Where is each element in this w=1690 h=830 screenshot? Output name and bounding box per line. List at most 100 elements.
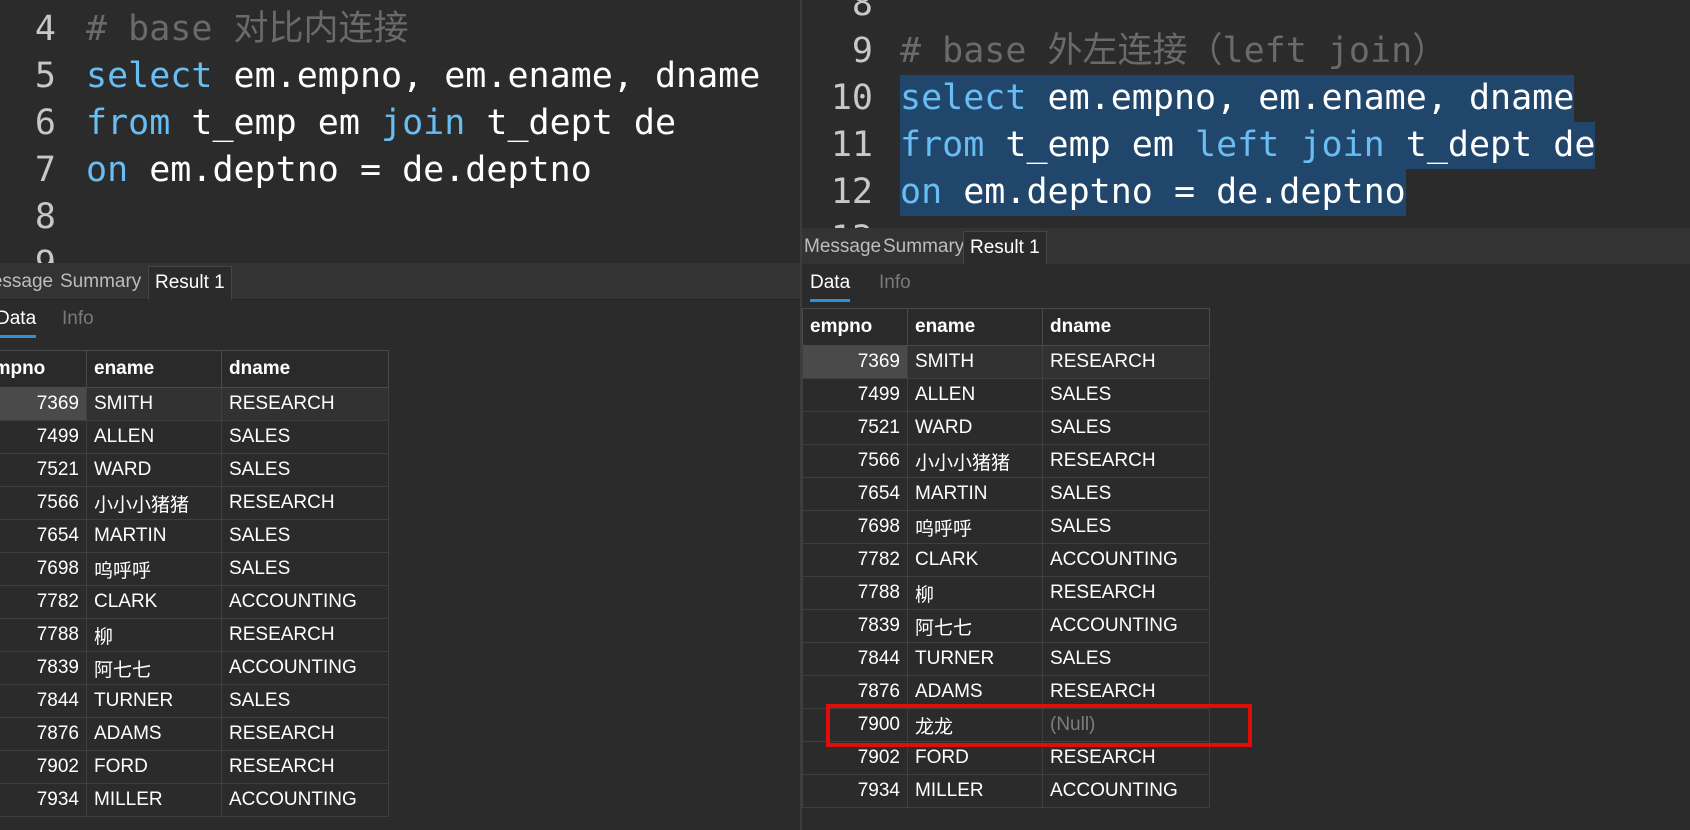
tab-message[interactable]: Message bbox=[802, 231, 887, 264]
cell-ename[interactable]: 呜呼呼 bbox=[86, 552, 222, 586]
cell-empno[interactable]: 7782 bbox=[0, 585, 87, 619]
code-line[interactable]: 10 select em.empno, em.ename, dname bbox=[802, 75, 1690, 122]
cell-empno[interactable]: 7698 bbox=[802, 510, 908, 544]
table-row[interactable]: 7934 MILLER ACCOUNTING bbox=[0, 783, 389, 817]
table-row[interactable]: 7782 CLARK ACCOUNTING bbox=[802, 543, 1210, 577]
cell-ename[interactable]: MILLER bbox=[86, 783, 222, 817]
cell-empno[interactable]: 7788 bbox=[802, 576, 908, 610]
cell-dname[interactable]: SALES bbox=[221, 420, 389, 454]
cell-ename[interactable]: 小小小猪猪 bbox=[86, 486, 222, 520]
cell-empno[interactable]: 7654 bbox=[0, 519, 87, 553]
table-row[interactable]: 7788 柳 RESEARCH bbox=[802, 576, 1210, 610]
cell-dname[interactable]: RESEARCH bbox=[221, 387, 389, 421]
code-line[interactable]: 6 from t_emp em join t_dept de bbox=[0, 100, 800, 147]
table-row[interactable]: 7654 MARTIN SALES bbox=[0, 519, 389, 553]
cell-dname[interactable]: ACCOUNTING bbox=[221, 585, 389, 619]
cell-ename[interactable]: ALLEN bbox=[907, 378, 1043, 412]
cell-ename[interactable]: TURNER bbox=[86, 684, 222, 718]
cell-dname[interactable]: SALES bbox=[221, 453, 389, 487]
cell-dname[interactable]: RESEARCH bbox=[1042, 576, 1210, 610]
code-line[interactable]: 4 # base 对比内连接 bbox=[0, 6, 800, 53]
code-line[interactable]: 13 bbox=[802, 216, 1690, 228]
cell-empno[interactable]: 7844 bbox=[0, 684, 87, 718]
cell-empno[interactable]: 7566 bbox=[0, 486, 87, 520]
cell-dname[interactable]: SALES bbox=[1042, 378, 1210, 412]
cell-ename[interactable]: FORD bbox=[86, 750, 222, 784]
cell-empno[interactable]: 7844 bbox=[802, 642, 908, 676]
cell-dname[interactable]: SALES bbox=[1042, 477, 1210, 511]
cell-dname[interactable]: RESEARCH bbox=[221, 486, 389, 520]
cell-dname[interactable]: SALES bbox=[221, 684, 389, 718]
table-row[interactable]: 7788 柳 RESEARCH bbox=[0, 618, 389, 652]
cell-dname[interactable]: RESEARCH bbox=[221, 618, 389, 652]
tab-message[interactable]: Message bbox=[0, 266, 59, 299]
code-line[interactable]: 11 from t_emp em left join t_dept de bbox=[802, 122, 1690, 169]
cell-empno[interactable]: 7782 bbox=[802, 543, 908, 577]
cell-ename[interactable]: WARD bbox=[86, 453, 222, 487]
table-row[interactable]: 7521 WARD SALES bbox=[802, 411, 1210, 445]
cell-empno[interactable]: 7902 bbox=[0, 750, 87, 784]
cell-ename[interactable]: ALLEN bbox=[86, 420, 222, 454]
cell-empno[interactable]: 7788 bbox=[0, 618, 87, 652]
cell-empno[interactable]: 7698 bbox=[0, 552, 87, 586]
cell-dname[interactable]: RESEARCH bbox=[1042, 345, 1210, 379]
cell-empno[interactable]: 7499 bbox=[802, 378, 908, 412]
column-header-ename[interactable]: ename bbox=[907, 308, 1043, 346]
cell-ename[interactable]: SMITH bbox=[907, 345, 1043, 379]
code-line[interactable]: 7 on em.deptno = de.deptno bbox=[0, 147, 800, 194]
table-row[interactable]: 7698 呜呼呼 SALES bbox=[0, 552, 389, 586]
cell-empno[interactable]: 7654 bbox=[802, 477, 908, 511]
cell-dname[interactable]: SALES bbox=[221, 552, 389, 586]
cell-dname[interactable]: SALES bbox=[1042, 411, 1210, 445]
cell-ename[interactable]: ADAMS bbox=[86, 717, 222, 751]
sql-editor[interactable]: 4 # base 对比内连接 5 select em.empno, em.ename,… bbox=[0, 0, 800, 263]
table-row[interactable]: 7499 ALLEN SALES bbox=[802, 378, 1210, 412]
cell-empno[interactable]: 7566 bbox=[802, 444, 908, 478]
sql-editor[interactable]: 8 9 # base 外左连接（left join） 10 select em.empn… bbox=[802, 0, 1690, 228]
code-line[interactable]: 9 # base 外左连接（left join） bbox=[802, 28, 1690, 75]
table-row[interactable]: 7369 SMITH RESEARCH bbox=[802, 345, 1210, 379]
cell-ename[interactable]: 柳 bbox=[907, 576, 1043, 610]
cell-ename[interactable]: 阿七七 bbox=[907, 609, 1043, 643]
subtab-data[interactable]: Data bbox=[0, 308, 37, 338]
cell-ename[interactable]: MARTIN bbox=[907, 477, 1043, 511]
tab-result-1[interactable]: Result 1 bbox=[963, 231, 1047, 265]
table-row[interactable]: 7369 SMITH RESEARCH bbox=[0, 387, 389, 421]
cell-ename[interactable]: 阿七七 bbox=[86, 651, 222, 685]
table-row[interactable]: 7566 小小小猪猪 RESEARCH bbox=[802, 444, 1210, 478]
table-row[interactable]: 7782 CLARK ACCOUNTING bbox=[0, 585, 389, 619]
column-header-dname[interactable]: dname bbox=[1042, 308, 1210, 346]
cell-empno[interactable]: 7521 bbox=[802, 411, 908, 445]
code-line[interactable]: 5 select em.empno, em.ename, dname bbox=[0, 53, 800, 100]
column-header-empno[interactable]: empno bbox=[802, 308, 908, 346]
cell-ename[interactable]: WARD bbox=[907, 411, 1043, 445]
cell-empno[interactable]: 7876 bbox=[0, 717, 87, 751]
cell-ename[interactable]: 小小小猪猪 bbox=[907, 444, 1043, 478]
cell-dname[interactable]: RESEARCH bbox=[1042, 444, 1210, 478]
code-line[interactable]: 12 on em.deptno = de.deptno bbox=[802, 169, 1690, 216]
cell-ename[interactable]: 柳 bbox=[86, 618, 222, 652]
cell-empno[interactable]: 7499 bbox=[0, 420, 87, 454]
tab-result-1[interactable]: Result 1 bbox=[148, 266, 232, 300]
table-row[interactable]: 7566 小小小猪猪 RESEARCH bbox=[0, 486, 389, 520]
table-row[interactable]: 7876 ADAMS RESEARCH bbox=[0, 717, 389, 751]
column-header-dname[interactable]: dname bbox=[221, 350, 389, 388]
cell-ename[interactable]: CLARK bbox=[86, 585, 222, 619]
cell-ename[interactable]: SMITH bbox=[86, 387, 222, 421]
cell-dname[interactable]: ACCOUNTING bbox=[1042, 774, 1210, 808]
table-row[interactable]: 7839 阿七七 ACCOUNTING bbox=[0, 651, 389, 685]
cell-empno[interactable]: 7839 bbox=[802, 609, 908, 643]
subtab-info[interactable]: Info bbox=[62, 308, 94, 330]
cell-dname[interactable]: ACCOUNTING bbox=[1042, 609, 1210, 643]
table-row[interactable]: 7499 ALLEN SALES bbox=[0, 420, 389, 454]
table-row[interactable]: 7844 TURNER SALES bbox=[0, 684, 389, 718]
tab-summary[interactable]: Summary bbox=[877, 231, 970, 264]
cell-empno[interactable]: 7521 bbox=[0, 453, 87, 487]
code-line[interactable]: 9 bbox=[0, 241, 800, 263]
cell-ename[interactable]: CLARK bbox=[907, 543, 1043, 577]
table-row[interactable]: 7902 FORD RESEARCH bbox=[0, 750, 389, 784]
cell-dname[interactable]: RESEARCH bbox=[221, 750, 389, 784]
table-row[interactable]: 7521 WARD SALES bbox=[0, 453, 389, 487]
cell-ename[interactable]: MARTIN bbox=[86, 519, 222, 553]
cell-dname[interactable]: SALES bbox=[1042, 510, 1210, 544]
